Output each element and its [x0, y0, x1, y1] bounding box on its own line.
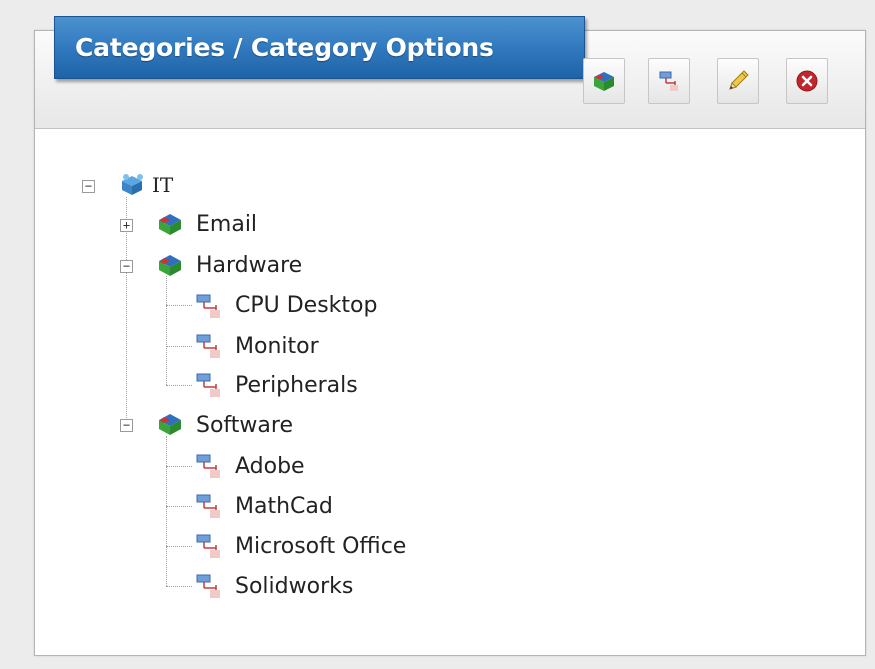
option-connector-icon	[194, 292, 224, 324]
tree-node-option[interactable]: Solidworks	[235, 574, 353, 599]
option-connector-icon	[194, 532, 224, 564]
tree-connector	[166, 506, 192, 507]
tree-connector	[166, 436, 167, 586]
tree-expander-email[interactable]: +	[120, 219, 133, 232]
tree-node-option[interactable]: MathCad	[235, 494, 333, 519]
option-connector-icon	[658, 70, 680, 92]
tree-connector	[166, 586, 192, 587]
category-cube-icon	[156, 411, 184, 441]
panel-title: Categories / Category Options	[54, 16, 585, 79]
tree-expander-software[interactable]: −	[120, 419, 133, 432]
category-cube-icon	[592, 70, 616, 92]
window-frame: Categories / Category Options − IT + Ema…	[0, 0, 875, 669]
tree-node-option[interactable]: Peripherals	[235, 373, 358, 398]
tree-node-option[interactable]: Monitor	[235, 334, 319, 359]
category-cube-icon	[156, 211, 184, 241]
tree-node-category[interactable]: Hardware	[196, 253, 302, 278]
tree-node-category[interactable]: Email	[196, 212, 257, 237]
tree-node-category[interactable]: Software	[196, 413, 293, 438]
tree-connector	[166, 546, 192, 547]
delete-red-x-icon	[795, 69, 819, 93]
pencil-icon	[726, 69, 750, 93]
tree-node-option[interactable]: CPU Desktop	[235, 293, 377, 318]
edit-button[interactable]	[717, 58, 759, 104]
option-connector-icon	[194, 332, 224, 364]
categories-panel	[34, 30, 866, 656]
tree-node-it[interactable]: IT	[152, 173, 173, 197]
delete-button[interactable]	[786, 58, 828, 104]
tree-connector	[166, 466, 192, 467]
option-connector-icon	[194, 452, 224, 484]
tree-node-option[interactable]: Adobe	[235, 454, 305, 479]
tree-node-option[interactable]: Microsoft Office	[235, 534, 406, 559]
tree-expander-it[interactable]: −	[82, 180, 95, 193]
tree-connector	[166, 305, 192, 306]
tree-connector	[166, 276, 167, 385]
tree-connector	[166, 346, 192, 347]
option-connector-icon	[194, 492, 224, 524]
category-cube-icon	[156, 252, 184, 282]
option-connector-icon	[194, 371, 224, 403]
add-category-button[interactable]	[583, 58, 625, 104]
network-root-icon	[118, 172, 146, 202]
tree-expander-hardware[interactable]: −	[120, 260, 133, 273]
option-connector-icon	[194, 572, 224, 604]
add-option-button[interactable]	[648, 58, 690, 104]
tree-connector	[166, 385, 192, 386]
